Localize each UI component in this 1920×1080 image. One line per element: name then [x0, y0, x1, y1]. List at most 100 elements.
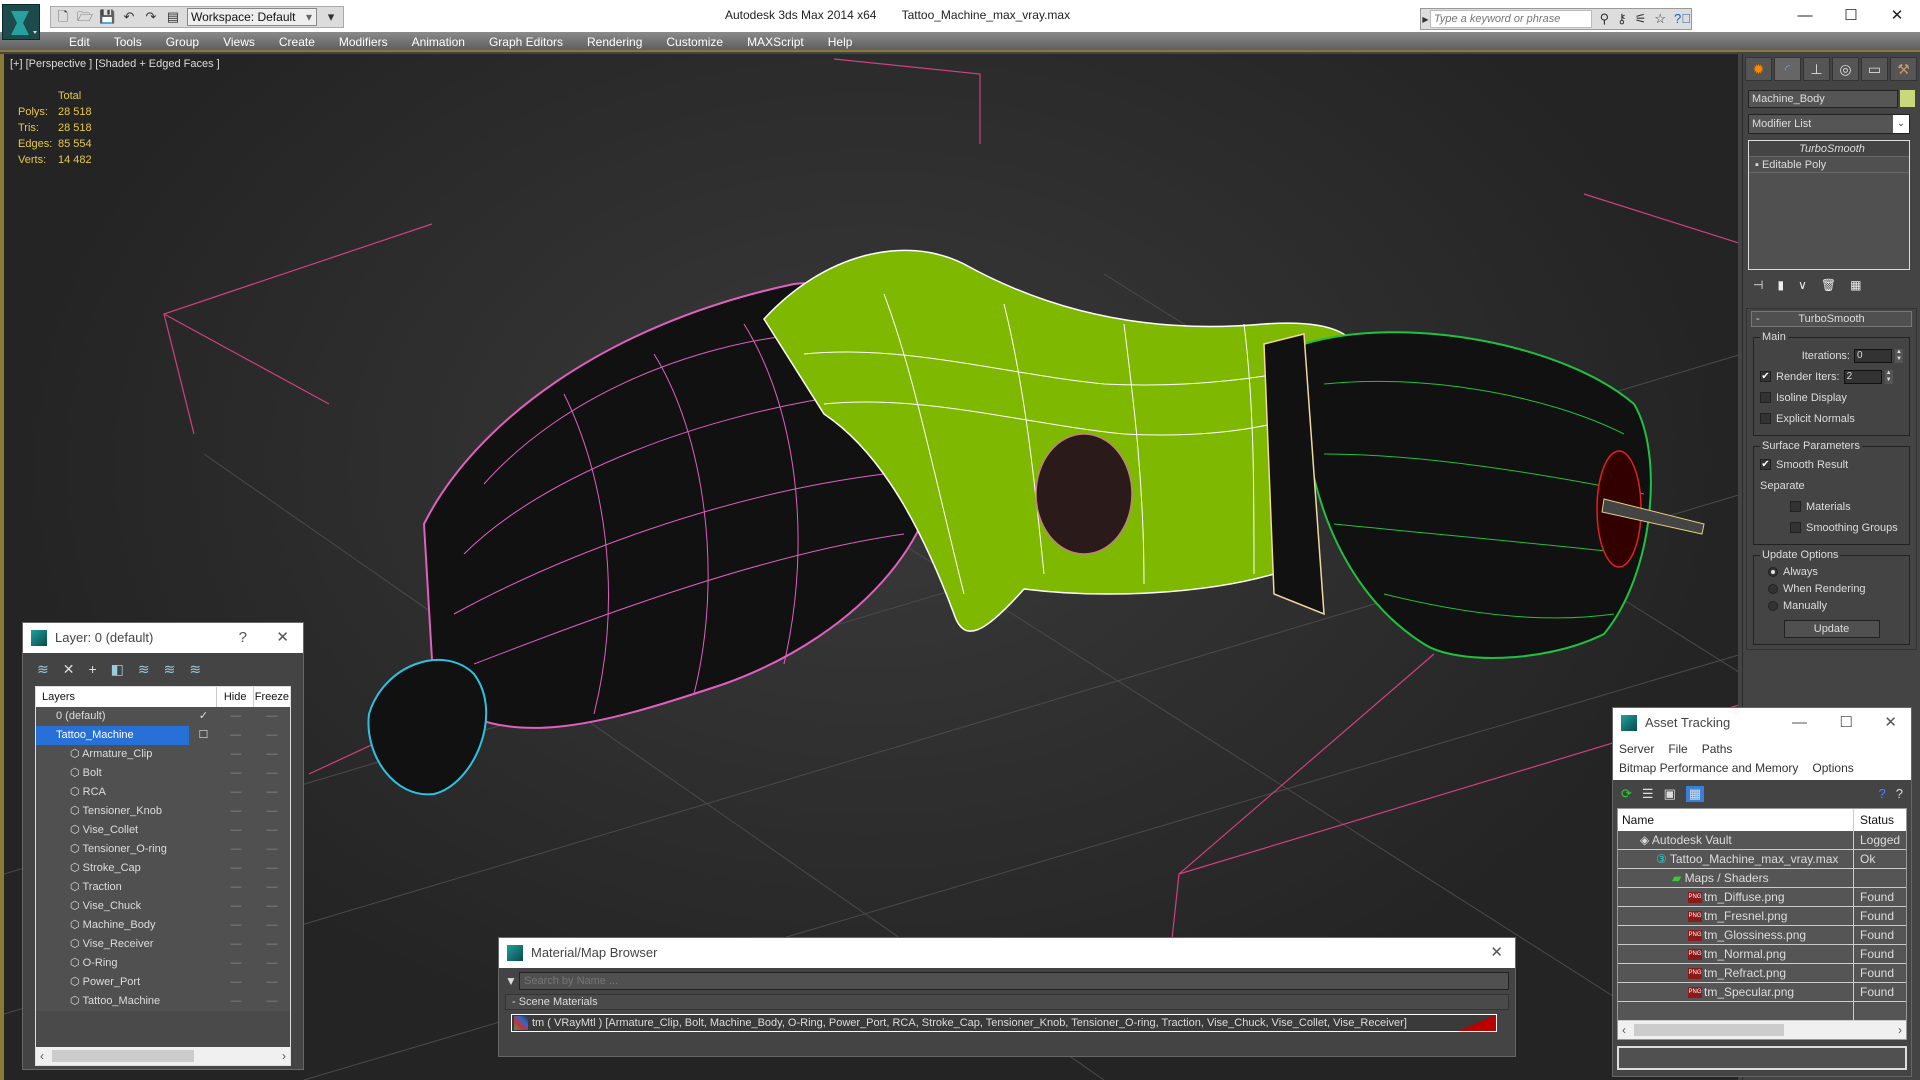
hide-toggle[interactable]: — [218, 878, 254, 897]
menu-bitmap-performance[interactable]: Bitmap Performance and Memory [1619, 761, 1798, 775]
layer-object-row[interactable]: ⬡ Stroke_Cap — — [36, 859, 290, 878]
menu-file[interactable]: File [1668, 742, 1687, 756]
asset-row[interactable]: ◈ Autodesk Vault Logged Out [1618, 831, 1906, 850]
menu-animation[interactable]: Animation [400, 32, 477, 50]
asset-row[interactable]: PNG tm_Fresnel.png Found [1618, 907, 1906, 926]
expand-arrow-icon[interactable]: ▶ [1421, 15, 1430, 24]
options-triangle-icon[interactable]: ▼ [505, 974, 519, 988]
asset-row[interactable]: PNG tm_Specular.png Found [1618, 983, 1906, 1002]
menu-tools[interactable]: Tools [102, 32, 154, 50]
remove-modifier-icon[interactable]: 🗑 [1821, 278, 1836, 292]
hide-toggle[interactable]: — [218, 764, 254, 783]
layer-window-titlebar[interactable]: Layer: 0 (default) ? ✕ [23, 623, 303, 653]
smoothing-groups-checkbox[interactable] [1790, 522, 1801, 533]
menu-modifiers[interactable]: Modifiers [327, 32, 400, 50]
project-folder-icon[interactable]: ▤ [165, 9, 181, 25]
freeze-toggle[interactable]: — [254, 954, 290, 973]
manually-radio[interactable] [1768, 600, 1778, 611]
freeze-toggle[interactable]: — [254, 935, 290, 954]
asset-row[interactable]: PNG tm_Diffuse.png Found [1618, 888, 1906, 907]
path-field[interactable] [1617, 1046, 1907, 1070]
vault-help-icon[interactable]: ? [1879, 786, 1886, 802]
layer-object-row[interactable]: ⬡ Machine_Body — — [36, 916, 290, 935]
layer-row-tattoo-machine[interactable]: Tattoo_Machine ☐ — — [36, 726, 290, 745]
make-unique-icon[interactable]: ∨ [1798, 278, 1807, 292]
object-name-field[interactable]: Machine_Body [1748, 90, 1898, 108]
isoline-display-checkbox[interactable] [1760, 392, 1771, 403]
hide-toggle[interactable]: — [218, 802, 254, 821]
motion-tab-icon[interactable]: ◎ [1832, 57, 1859, 81]
hierarchy-tab-icon[interactable]: ⊥ [1803, 57, 1830, 81]
close-button[interactable]: ✕ [1884, 708, 1897, 738]
freeze-toggle[interactable]: — [254, 973, 290, 992]
close-button[interactable]: ✕ [1874, 0, 1920, 32]
scroll-thumb[interactable] [52, 1050, 194, 1062]
render-iters-checkbox[interactable]: ✔ [1760, 371, 1771, 382]
configure-modifier-sets-icon[interactable]: ▦ [1850, 278, 1861, 292]
scene-materials-section[interactable]: - Scene Materials [505, 994, 1509, 1010]
hide-toggle[interactable]: — [218, 973, 254, 992]
asset-row[interactable]: PNG tm_Normal.png Found [1618, 945, 1906, 964]
layer-object-row[interactable]: ⬡ Tensioner_O-ring — — [36, 840, 290, 859]
modifier-list-dropdown[interactable]: Modifier List ⌄ [1748, 114, 1910, 134]
spinner-arrows-icon[interactable]: ▲ ▼ [1884, 369, 1893, 384]
thumbnail-view-icon[interactable]: ▣ [1664, 786, 1676, 802]
freeze-toggle[interactable]: — [254, 783, 290, 802]
layer-object-row[interactable]: ⬡ Bolt — — [36, 764, 290, 783]
menu-options[interactable]: Options [1812, 761, 1853, 775]
iterations-spinner[interactable]: 0 [1854, 348, 1892, 363]
freeze-toggle[interactable]: — [254, 726, 290, 745]
refresh-icon[interactable]: ⟳ [1621, 786, 1632, 802]
layer-settings-icon[interactable]: ≋ [189, 661, 201, 678]
object-color-swatch[interactable] [1900, 90, 1915, 107]
list-view-icon[interactable]: ☰ [1642, 786, 1654, 802]
help-button[interactable]: ? [239, 623, 247, 653]
layer-object-row[interactable]: ⬡ Armature_Clip — — [36, 745, 290, 764]
open-file-icon[interactable]: 🗁 [77, 9, 93, 25]
create-tab-icon[interactable]: ✹ [1745, 57, 1772, 81]
scroll-left-icon[interactable]: ‹ [40, 1049, 44, 1063]
name-column-header[interactable]: Name [1618, 809, 1854, 831]
menu-create[interactable]: Create [267, 32, 327, 50]
scroll-right-icon[interactable]: › [282, 1049, 286, 1063]
pin-stack-icon[interactable]: ⊣ [1753, 278, 1763, 292]
expand-plus-icon[interactable]: ▪ [1755, 159, 1762, 171]
freeze-toggle[interactable]: — [254, 821, 290, 840]
asset-tracking-titlebar[interactable]: Asset Tracking — ☐ ✕ [1613, 708, 1911, 738]
redo-icon[interactable]: ↷ [143, 9, 159, 25]
stack-item-editable-poly[interactable]: ▪ Editable Poly [1749, 157, 1909, 173]
select-layer-icon[interactable]: ≋ [138, 661, 150, 678]
current-layer-box[interactable]: ☐ [189, 726, 218, 745]
menu-graph-editors[interactable]: Graph Editors [477, 32, 575, 50]
menu-edit[interactable]: Edit [57, 32, 102, 50]
freeze-toggle[interactable]: — [254, 897, 290, 916]
hide-toggle[interactable]: — [218, 783, 254, 802]
menu-maxscript[interactable]: MAXScript [735, 32, 816, 50]
freeze-toggle[interactable]: — [254, 992, 290, 1011]
workspace-dropdown[interactable]: Workspace: Default [187, 8, 317, 26]
customize-toolbar-icon[interactable]: ▾ [323, 9, 339, 25]
horizontal-scrollbar[interactable]: ‹ › [1618, 1021, 1906, 1039]
satellite-icon[interactable]: ⚟ [1635, 11, 1647, 27]
render-iters-spinner[interactable]: 2 [1843, 369, 1882, 384]
current-layer-check-icon[interactable]: ✓ [189, 707, 218, 726]
horizontal-scrollbar[interactable]: ‹ › [36, 1047, 290, 1065]
freeze-toggle[interactable]: — [254, 916, 290, 935]
hide-toggle[interactable]: — [218, 916, 254, 935]
hide-toggle[interactable]: — [218, 707, 254, 726]
viewport-label[interactable]: [+] [Perspective ] [Shaded + Edged Faces… [10, 58, 220, 70]
menu-views[interactable]: Views [211, 32, 267, 50]
select-objects-icon[interactable]: ◧ [111, 661, 124, 678]
layer-object-row[interactable]: ⬡ Vise_Chuck — — [36, 897, 290, 916]
maximize-button[interactable]: ☐ [1840, 708, 1853, 738]
when-rendering-radio[interactable] [1768, 583, 1778, 594]
explicit-normals-checkbox[interactable] [1760, 413, 1771, 424]
hide-toggle[interactable]: — [218, 745, 254, 764]
layer-row-default[interactable]: 0 (default) ✓ — — [36, 707, 290, 726]
layer-object-row[interactable]: ⬡ RCA — — [36, 783, 290, 802]
freeze-toggle[interactable]: — [254, 802, 290, 821]
help-icon[interactable]: ?⃝ [1674, 11, 1691, 27]
save-icon[interactable]: 💾 [99, 9, 115, 25]
create-layer-icon[interactable]: ≋ [37, 661, 49, 678]
spinner-arrows-icon[interactable]: ▲ ▼ [1895, 348, 1903, 363]
